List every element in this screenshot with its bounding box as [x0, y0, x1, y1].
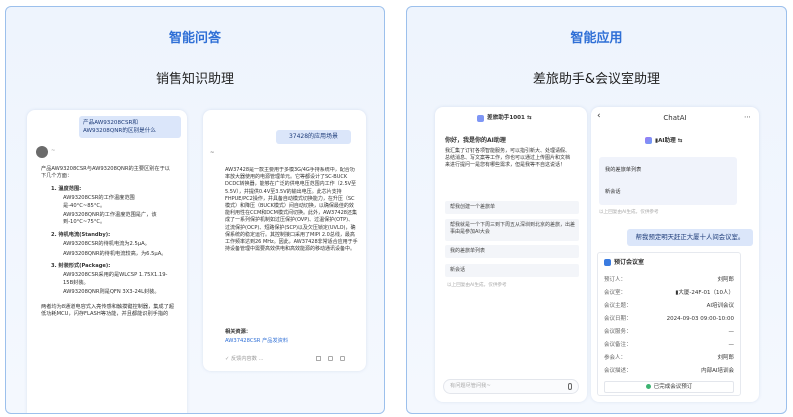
booking-row: 会议备注： — [604, 342, 734, 348]
screen-title: ChatAI [663, 114, 687, 122]
copy-icon[interactable] [316, 356, 321, 361]
bullet: AW93208CSR的工作温度范围是-40°C~85°C。 [63, 195, 135, 209]
greeting-title: 你好，我是你的AI助理 [445, 137, 506, 144]
answer-intro: 产品AW93208CSR与AW93208QNR的主要区别在于以下几个方面： [41, 166, 170, 180]
thumbs-up-icon[interactable] [328, 356, 333, 361]
smart-qa-panel: 智能问答 销售知识助理 产品AW93208CSR和AW93208QNR的区别是什… [5, 6, 385, 414]
more-icon[interactable]: ⋯ [744, 113, 751, 121]
section-head: 1. 温度范围: [51, 185, 82, 192]
avatar [36, 146, 48, 158]
booking-row: 会议日期： 2024-09-03 09:00-10:00 [604, 316, 734, 322]
suggestion-create-trip[interactable]: 帮我创建一个差旅单 [445, 201, 579, 214]
related-resource-link[interactable]: AW37428CSR 产品发资料 [225, 338, 288, 345]
bullet: AW93208CSR的待机电流为2.5μA。 [63, 241, 150, 248]
booking-card: 预订会议室 预订人： 刘阿郎 会议室： ▮大厦-24F-01（10人） 会议主题： A… [597, 252, 741, 396]
bot-icon [645, 137, 652, 144]
option-my-trips[interactable]: 我的差旅单列表 [605, 163, 731, 177]
bullet: AW93208QNR的待机电流较高，为6.5μA。 [63, 250, 167, 257]
bot-name: ~ [51, 148, 56, 154]
thumbs-down-icon[interactable] [340, 356, 345, 361]
panel-title: 智能问答 [168, 31, 221, 46]
quick-options-card: 我的差旅单列表 新会话 [599, 157, 737, 205]
booking-row: 会议主题： AI培训会议 [604, 303, 734, 309]
panel-subtitle: 销售知识助理 [155, 72, 234, 87]
suggestion-book-trip[interactable]: 帮我就是一个下周三到下周五从深圳到北京的差旅，出差事由是参加AI大会 [445, 219, 579, 241]
user-question-bubble: 产品AW93208CSR和AW93208QNR的区别是什么 [79, 116, 181, 138]
message-input[interactable]: 有问题尽管问我~ [443, 379, 579, 394]
chat-screen-product-compare: 产品AW93208CSR和AW93208QNR的区别是什么 ~ 产品AW9320… [27, 110, 187, 413]
bot-name: ▮AI助理 ⇆ [655, 138, 683, 144]
travel-assistant-screen: 差旅助手1001 ⇆ 你好，我是你的AI助理 我汇集了订钉各项智能服务，可以指引… [435, 107, 587, 402]
section-head: 2. 待机电流(Standby): [51, 231, 111, 238]
input-placeholder: 有问题尽管问我~ [450, 383, 491, 389]
answer-text: AW37428是一款主要用于多模3G/4G手持系统中，配合功率放大器使用的电源管… [225, 167, 358, 253]
greeting-intro: 我汇集了订钉各项智能服务，可以指引新大、处理请假、总结消息、写文案等工作，你也可… [445, 148, 571, 168]
user-question-bubble: 37428的应用场景 [276, 130, 351, 144]
suggestion-my-trips[interactable]: 我的差旅单列表 [445, 245, 579, 258]
ai-disclaimer: 以上回复由AI生成，仅供参考 [599, 210, 659, 215]
assistant-icon [477, 115, 484, 122]
answer-card: 产品AW93208CSR与AW93208QNR的主要区别在于以下几个方面： 1.… [35, 162, 181, 412]
calendar-icon [604, 259, 611, 266]
bullet: AW93208QNR则是QFN 3X3-24L封装。 [63, 289, 160, 296]
answer-footer: 两者均为8通道电容式入亮传感和触摸键控制器，集成了超低功耗MCU，闪存FLASH… [41, 303, 174, 318]
check-icon [645, 384, 651, 389]
booking-card-title: 预订会议室 [614, 259, 645, 266]
chat-screen-application-scenarios: 37428的应用场景 ~ AW37428是一款主要用于多模3G/4G手持系统中，… [203, 110, 366, 371]
panel-subtitle: 差旅助手&会议室助理 [532, 72, 661, 87]
smart-apps-panel: 智能应用 差旅助手&会议室助理 差旅助手1001 ⇆ 你好，我是你的AI助理 我… [406, 6, 787, 414]
panel-title: 智能应用 [570, 31, 623, 46]
user-message-bubble: 帮我预定明天赶正大厦十人间会议室。 [627, 229, 753, 246]
bot-name: ~ [210, 150, 215, 156]
ai-disclaimer: 以上回复由AI生成，仅供参考 [447, 283, 507, 288]
booking-row: 会议室： ▮大厦-24F-01（10人） [604, 290, 734, 296]
booking-confirmed-button[interactable]: 已完成会议预订 [604, 381, 734, 393]
meeting-room-screen: ‹ ChatAI ⋯ ▮AI助理 ⇆ 我的差旅单列表 新会话 以上回复由AI生成… [591, 107, 759, 402]
assistant-header: 差旅助手1001 ⇆ [487, 115, 532, 121]
feedback-text[interactable]: ✓ 反馈内容数 ... [225, 356, 264, 363]
suggestion-new-session[interactable]: 新会话 [445, 264, 579, 277]
bullet: AW93208CSR采用的是WLCSP 1.75X1.19-15B封装。 [63, 272, 168, 286]
booking-row: 预订人： 刘阿郎 [604, 277, 734, 283]
related-resources-title: 相关资源： [225, 329, 251, 335]
option-new-session[interactable]: 新会话 [605, 185, 731, 199]
bullet: AW93208QNR的工作温度范围是广，该到-10°C~75°C。 [63, 212, 157, 226]
section-head: 3. 封装形式(Package): [51, 263, 111, 270]
booking-row: 会议服务： — [604, 329, 734, 335]
booking-row: 参会人： 刘阿郎 [604, 355, 734, 361]
booking-row: 会议描述： 内部AI培训会 [604, 368, 734, 374]
microphone-icon[interactable] [568, 383, 572, 390]
